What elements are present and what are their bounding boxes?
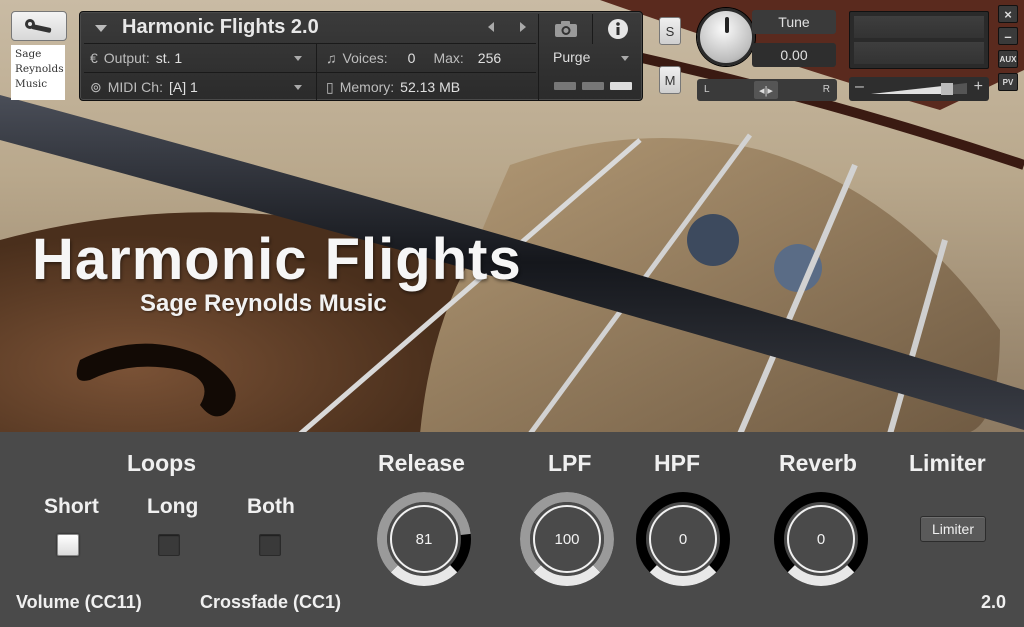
volume-slider[interactable]: – + [849,77,989,101]
solo-button[interactable]: S [659,17,681,45]
release-value: 81 [415,530,433,548]
limiter-button[interactable]: Limiter [920,516,986,542]
output-level-meter [849,11,989,69]
tune-value[interactable]: 0.00 [752,43,836,67]
info-button[interactable] [596,15,640,43]
output-selector[interactable]: € Output: st. 1 [90,45,182,71]
midi-dropdown-icon[interactable] [294,85,302,90]
hpf-knob[interactable]: 0 [633,489,733,589]
reverb-value: 0 [816,530,826,548]
artwork-subtitle: Sage Reynolds Music [140,290,387,317]
mute-button[interactable]: M [659,66,681,94]
sage-reynolds-logo: Sage Reynolds Music [11,45,65,100]
lpf-heading: LPF [548,450,592,476]
purge-menu[interactable]: Purge [553,49,590,65]
volume-plus-button[interactable]: + [974,78,983,96]
artwork-title: Harmonic Flights [32,227,522,292]
hpf-heading: HPF [654,450,700,476]
release-heading: Release [378,450,465,476]
cpu-meter [554,82,632,90]
loop-long-checkbox[interactable] [158,534,180,556]
output-icon: € [90,50,98,66]
release-knob[interactable]: 81 [374,489,474,589]
output-value: st. 1 [155,50,183,66]
loops-heading: Loops [127,450,196,476]
edit-instrument-button[interactable] [11,11,67,41]
loop-both-checkbox[interactable] [259,534,281,556]
next-instrument-arrow-icon[interactable] [520,22,526,32]
limiter-heading: Limiter [909,450,986,476]
memory-value: 52.13 MB [400,79,461,95]
minimize-instrument-button[interactable]: – [998,27,1018,45]
voices-value: 0 [407,50,416,66]
pan-slider[interactable]: L ◂|▸ R [697,79,837,101]
instrument-info-panel: Harmonic Flights 2.0 € Output: st. 1 ♫ V… [79,11,643,101]
lpf-knob[interactable]: 100 [517,489,617,589]
midi-channel-selector[interactable]: ⊚ MIDI Ch: [A] 1 [90,74,198,100]
volume-track[interactable] [871,83,967,95]
prev-instrument-arrow-icon[interactable] [488,22,494,32]
collapse-triangle-icon[interactable] [95,25,107,32]
tune-knob[interactable] [697,8,755,66]
wrench-icon [25,19,52,33]
instrument-header: Sage Reynolds Music Harmonic Flights 2.0… [0,0,1024,110]
camera-icon [555,21,577,37]
pan-handle[interactable]: ◂|▸ [754,81,778,99]
loop-option-long-label: Long [147,495,199,518]
reverb-knob[interactable]: 0 [771,489,871,589]
midi-icon: ⊚ [90,78,102,95]
instrument-name[interactable]: Harmonic Flights 2.0 [122,16,319,39]
voices-display: ♫ Voices: 0 Max: 256 [326,50,502,66]
loop-option-short-label: Short [44,495,99,518]
max-voices-value[interactable]: 256 [478,50,501,66]
output-dropdown-icon[interactable] [294,56,302,61]
info-icon [608,19,628,39]
version-label: 2.0 [981,592,1007,612]
reverb-heading: Reverb [779,450,857,476]
aux-button[interactable]: AUX [998,50,1018,68]
pv-button[interactable]: PV [998,73,1018,91]
volume-minus-button[interactable]: – [855,78,864,96]
midi-channel-value: [A] 1 [168,79,198,95]
tune-label: Tune [752,10,836,34]
pan-left-label: L [704,84,710,95]
loop-short-checkbox[interactable] [57,534,79,556]
lpf-value: 100 [554,530,580,548]
memory-icon: ▯ [326,78,334,95]
crossfade-cc-label: Crossfade (CC1) [200,592,342,612]
pan-right-label: R [822,84,830,95]
purge-dropdown-icon[interactable] [621,56,629,61]
voices-icon: ♫ [326,50,337,66]
control-panel: Loops Short Long Both Release LPF HPF Re… [0,432,1024,627]
memory-display: ▯ Memory: 52.13 MB [326,78,461,96]
snapshot-button[interactable] [542,15,590,43]
hpf-value: 0 [678,530,688,548]
volume-cc-label: Volume (CC11) [16,592,142,612]
close-instrument-button[interactable]: × [998,5,1018,23]
loop-option-both-label: Both [247,495,295,518]
